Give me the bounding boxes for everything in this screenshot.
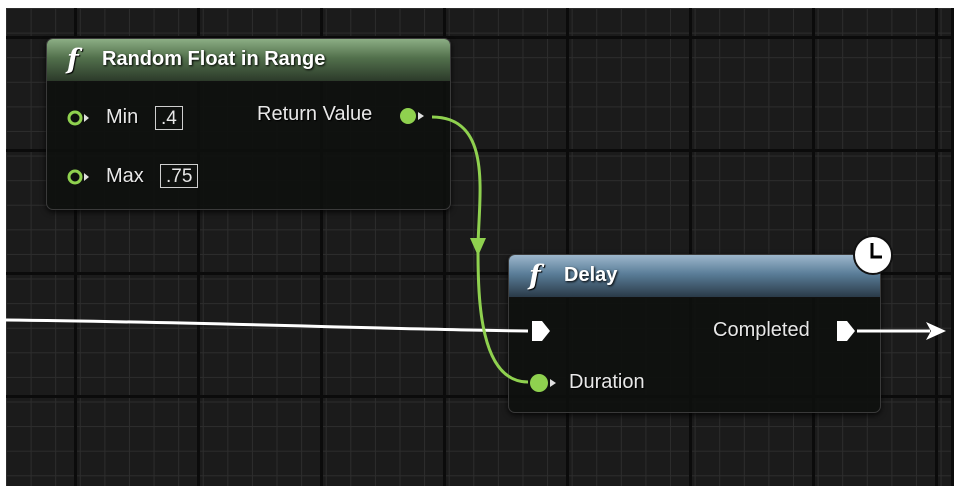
- completed-label: Completed: [713, 319, 810, 341]
- node-header[interactable]: f Delay: [509, 255, 880, 298]
- node-title: Delay: [564, 264, 618, 286]
- blueprint-editor: f Random Float in Range Min .4 Max .75 R…: [0, 0, 954, 486]
- node-title: Random Float in Range: [102, 48, 326, 70]
- clock-icon: [853, 235, 893, 275]
- function-icon: f: [67, 44, 79, 75]
- random-float-in-range-node[interactable]: f Random Float in Range Min .4 Max .75 R…: [46, 38, 451, 210]
- exec-input-pin-icon[interactable]: [529, 319, 553, 343]
- function-icon: f: [529, 260, 541, 291]
- min-input-pin-icon[interactable]: [67, 109, 91, 127]
- duration-label: Duration: [569, 371, 645, 393]
- max-input-pin-icon[interactable]: [67, 168, 91, 186]
- max-label: Max: [106, 165, 144, 187]
- min-label: Min: [106, 106, 139, 128]
- delay-node[interactable]: f Delay Completed Duration: [508, 254, 881, 413]
- duration-input-pin-icon[interactable]: [527, 372, 557, 394]
- completed-exec-output-pin-icon[interactable]: [834, 319, 858, 343]
- return-value-output-pin-icon[interactable]: [397, 106, 427, 126]
- node-header[interactable]: f Random Float in Range: [47, 39, 450, 82]
- min-value-field[interactable]: .4: [155, 106, 183, 130]
- return-value-label: Return Value: [257, 103, 373, 125]
- max-value-field[interactable]: .75: [160, 164, 199, 188]
